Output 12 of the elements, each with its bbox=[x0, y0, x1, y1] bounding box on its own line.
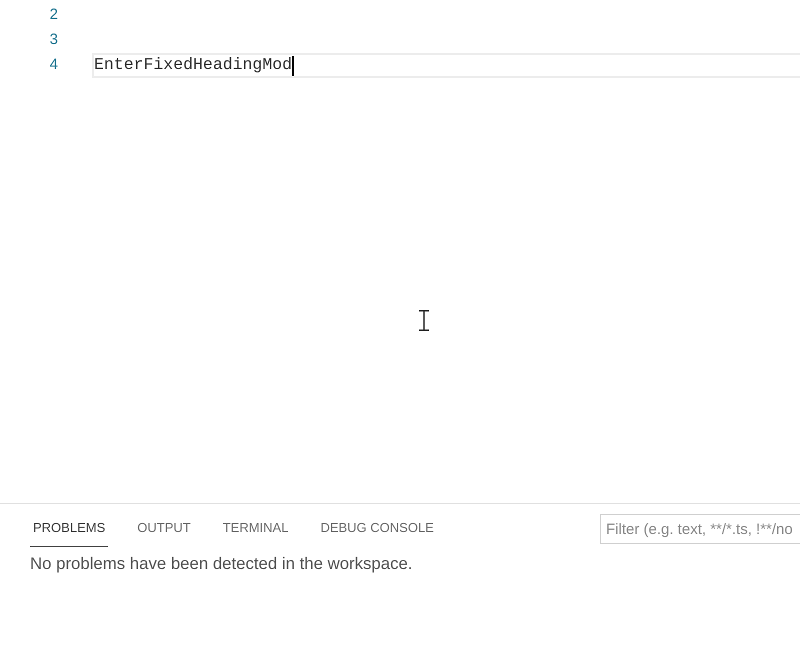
panel-tab[interactable]: DEBUG CONSOLE bbox=[317, 513, 437, 547]
panel-tab[interactable]: OUTPUT bbox=[134, 513, 194, 547]
panel-tab[interactable]: TERMINAL bbox=[220, 513, 292, 547]
code-text: EnterFixedHeadingMod bbox=[94, 57, 292, 74]
text-cursor-icon bbox=[419, 310, 429, 331]
line-number: 2 bbox=[50, 6, 58, 24]
panel-tab[interactable]: PROBLEMS bbox=[30, 513, 108, 547]
filter-field[interactable]: Filter (e.g. text, **/*.ts, !**/no bbox=[600, 514, 800, 544]
problems-message: No problems have been detected in the workspace. bbox=[29, 553, 414, 575]
line-number: 4 bbox=[50, 56, 58, 74]
line-number: 3 bbox=[50, 31, 58, 48]
text-caret-icon bbox=[292, 56, 294, 76]
